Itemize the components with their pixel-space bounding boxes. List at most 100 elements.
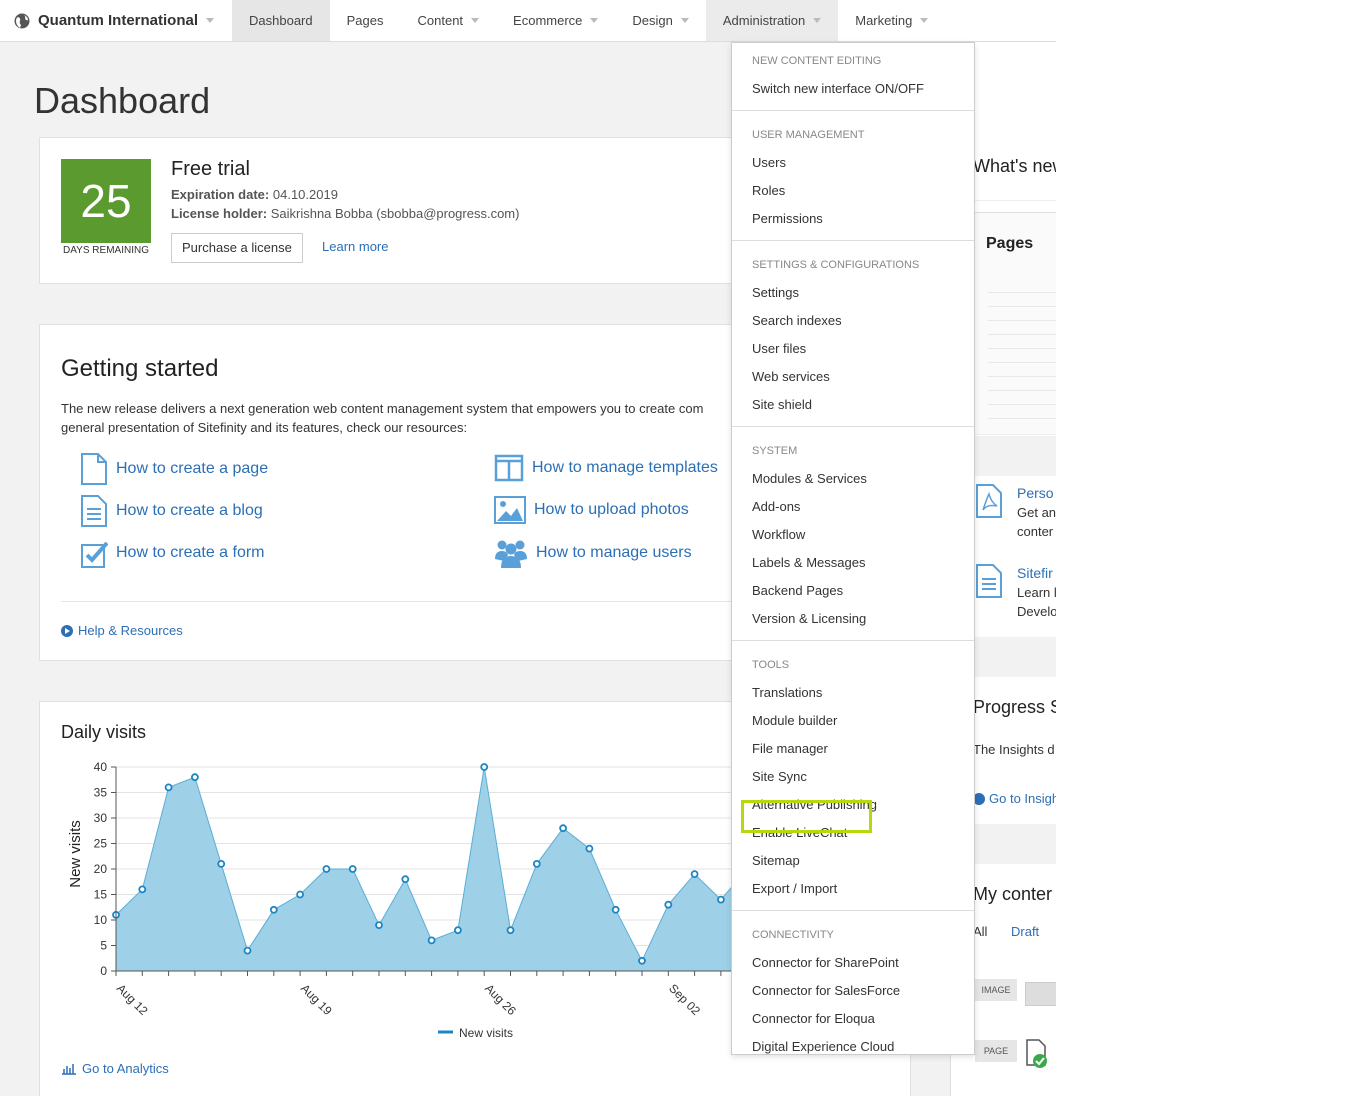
y-tick-label: 25: [94, 837, 108, 851]
sitefinity-link[interactable]: Sitefir: [1017, 565, 1053, 581]
users-icon: [495, 540, 527, 568]
go-to-analytics-label: Go to Analytics: [82, 1061, 169, 1076]
menu-item-workflow[interactable]: Workflow: [752, 527, 805, 542]
menu-item-site-sync[interactable]: Site Sync: [752, 769, 807, 784]
menu-item-site-shield[interactable]: Site shield: [752, 397, 812, 412]
create-blog-label: How to create a blog: [116, 502, 263, 519]
create-blog-link[interactable]: How to create a blog: [80, 495, 263, 527]
menu-divider: [732, 240, 974, 241]
nav-marketing[interactable]: Marketing: [838, 0, 945, 41]
menu-item-switch-new-interface-on-off[interactable]: Switch new interface ON/OFF: [752, 81, 924, 96]
upload-photos-link[interactable]: How to upload photos: [494, 495, 689, 525]
data-point: [611, 905, 620, 914]
manage-templates-link[interactable]: How to manage templates: [494, 453, 718, 483]
create-page-link[interactable]: How to create a page: [80, 453, 268, 485]
nav-ecommerce[interactable]: Ecommerce: [496, 0, 615, 41]
section-gap: [973, 824, 1056, 864]
menu-item-module-builder[interactable]: Module builder: [752, 713, 837, 728]
data-point: [164, 783, 173, 792]
nav-design[interactable]: Design: [615, 0, 705, 41]
menu-item-search-indexes[interactable]: Search indexes: [752, 313, 842, 328]
menu-divider: [732, 640, 974, 641]
data-point: [217, 860, 226, 868]
bar-chart-icon: [62, 1063, 76, 1075]
menu-item-export-import[interactable]: Export / Import: [752, 881, 837, 896]
help-resources-label: Help & Resources: [78, 623, 183, 638]
menu-item-connector-for-salesforce[interactable]: Connector for SalesForce: [752, 983, 900, 998]
trial-title: Free trial: [171, 158, 250, 180]
nav-content[interactable]: Content: [401, 0, 497, 41]
data-point: [638, 956, 646, 965]
getting-started-description: The new release delivers a next generati…: [61, 399, 761, 437]
top-navigation: Quantum International Dashboard Pages Co…: [0, 0, 1056, 42]
thumbnail-list: [988, 279, 1056, 429]
filter-all[interactable]: All: [973, 924, 987, 939]
trial-card: 25 DAYS REMAINING Free trial Expiration …: [39, 137, 739, 284]
enable-livechat-highlight: [741, 800, 872, 833]
site-selector[interactable]: Quantum International: [0, 0, 232, 41]
data-point: [375, 921, 383, 930]
purchase-license-button[interactable]: Purchase a license: [171, 233, 303, 263]
image-thumbnail[interactable]: [1025, 982, 1056, 1006]
help-resources-link[interactable]: Help & Resources: [61, 623, 183, 638]
menu-item-connector-for-eloqua[interactable]: Connector for Eloqua: [752, 1011, 875, 1026]
menu-item-settings[interactable]: Settings: [752, 285, 799, 300]
holder-value: Saikrishna Bobba (sbobba@progress.com): [270, 206, 520, 221]
nav-pages[interactable]: Pages: [330, 0, 401, 41]
chart-legend: New visits: [438, 1026, 513, 1040]
filter-draft[interactable]: Draft: [1011, 924, 1039, 939]
personalization-link[interactable]: Perso: [1017, 485, 1054, 501]
menu-item-roles[interactable]: Roles: [752, 183, 785, 198]
days-remaining-count: 25: [61, 159, 151, 243]
create-form-link[interactable]: How to create a form: [80, 537, 265, 569]
menu-item-user-files[interactable]: User files: [752, 341, 806, 356]
menu-item-translations[interactable]: Translations: [752, 685, 822, 700]
nav-ecommerce-label: Ecommerce: [513, 13, 583, 28]
menu-item-modules-services[interactable]: Modules & Services: [752, 471, 867, 486]
menu-item-add-ons[interactable]: Add-ons: [752, 499, 800, 514]
manage-users-label: How to manage users: [536, 544, 692, 561]
upload-photos-label: How to upload photos: [534, 501, 689, 518]
data-point: [690, 870, 699, 878]
create-form-label: How to create a form: [116, 544, 265, 561]
site-name: Quantum International: [38, 12, 199, 29]
nav-pages-label: Pages: [346, 13, 384, 28]
menu-section-heading: USER MANAGEMENT: [752, 129, 865, 141]
menu-item-web-services[interactable]: Web services: [752, 369, 830, 384]
learn-more-link[interactable]: Learn more: [322, 239, 388, 254]
whats-new-thumbnail[interactable]: Pages: [973, 200, 1056, 435]
nav-dashboard[interactable]: Dashboard: [232, 0, 330, 41]
data-point: [559, 824, 567, 833]
menu-item-permissions[interactable]: Permissions: [752, 211, 823, 226]
menu-item-labels-messages[interactable]: Labels & Messages: [752, 555, 865, 570]
x-tick-label: Aug 12: [114, 981, 151, 1018]
nav-marketing-label: Marketing: [855, 13, 913, 28]
progress-text: The Insights d: [973, 742, 1055, 757]
menu-item-backend-pages[interactable]: Backend Pages: [752, 583, 843, 598]
chart-plot: [112, 763, 752, 971]
pdf-icon: [976, 484, 1002, 518]
image-icon: [494, 496, 526, 524]
thumbnail-header: [974, 201, 1056, 213]
menu-item-digital-experience-cloud[interactable]: Digital Experience Cloud: [752, 1039, 894, 1054]
chevron-down-icon: [590, 18, 599, 23]
menu-section-heading: SYSTEM: [752, 445, 798, 457]
data-point: [664, 900, 673, 909]
menu-item-users[interactable]: Users: [752, 155, 786, 170]
type-tag-page: PAGE: [975, 1040, 1017, 1062]
nav-dashboard-label: Dashboard: [249, 13, 313, 28]
page-icon: [81, 453, 107, 485]
days-remaining-label: DAYS REMAINING: [63, 245, 149, 256]
type-tag-image: IMAGE: [975, 979, 1017, 1001]
menu-item-file-manager[interactable]: File manager: [752, 741, 828, 756]
document-icon: [81, 495, 107, 527]
viewport: Quantum International Dashboard Pages Co…: [0, 0, 1056, 1096]
menu-item-sitemap[interactable]: Sitemap: [752, 853, 800, 868]
go-to-analytics-link[interactable]: Go to Analytics: [61, 1061, 169, 1076]
manage-users-link[interactable]: How to manage users: [494, 537, 692, 569]
nav-administration[interactable]: Administration: [705, 0, 839, 41]
y-tick-label: 10: [94, 913, 108, 927]
menu-item-connector-for-sharepoint[interactable]: Connector for SharePoint: [752, 955, 899, 970]
menu-item-version-licensing[interactable]: Version & Licensing: [752, 611, 866, 626]
go-to-insight-link[interactable]: Go to Insigh: [973, 791, 1056, 806]
